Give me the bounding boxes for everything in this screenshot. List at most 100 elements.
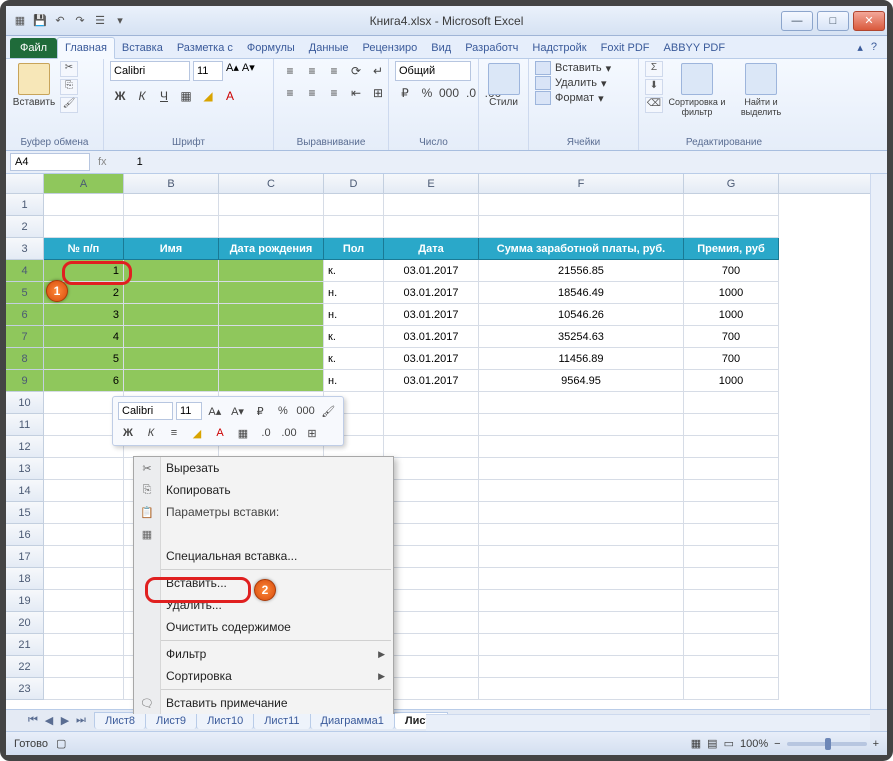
cut-icon[interactable]: ✂: [60, 61, 78, 77]
cell[interactable]: [324, 216, 384, 238]
sheet-tab[interactable]: Лист10: [196, 712, 254, 729]
cell[interactable]: [44, 678, 124, 700]
cell[interactable]: [44, 458, 124, 480]
menu-clear-contents[interactable]: Очистить содержимое: [134, 616, 393, 638]
font-name-input[interactable]: [110, 61, 190, 81]
horizontal-scrollbar[interactable]: [426, 714, 870, 731]
cell[interactable]: [124, 370, 219, 392]
font-color-button[interactable]: A: [220, 86, 240, 106]
grow-font-icon[interactable]: A▴: [226, 61, 239, 81]
delete-cells-button[interactable]: Удалить ▾: [535, 76, 607, 90]
cell[interactable]: [384, 414, 479, 436]
mini-border-icon[interactable]: ▦: [233, 423, 253, 443]
mini-format-painter-icon[interactable]: 🖌: [318, 401, 338, 421]
cell[interactable]: [479, 678, 684, 700]
cell[interactable]: [219, 304, 324, 326]
italic-button[interactable]: К: [132, 86, 152, 106]
autosum-icon[interactable]: Σ: [645, 61, 663, 77]
cell[interactable]: 1000: [684, 370, 779, 392]
row-header-21[interactable]: 21: [6, 634, 44, 656]
column-header-D[interactable]: D: [324, 174, 384, 193]
cell[interactable]: 35254.63: [479, 326, 684, 348]
cell[interactable]: [324, 194, 384, 216]
align-top-icon[interactable]: ≡: [280, 61, 300, 81]
cell[interactable]: 03.01.2017: [384, 304, 479, 326]
cell[interactable]: 4: [44, 326, 124, 348]
tab-layout[interactable]: Разметка с: [170, 38, 240, 58]
row-header-12[interactable]: 12: [6, 436, 44, 458]
wrap-text-icon[interactable]: ↵: [368, 61, 388, 81]
cell[interactable]: Дата рождения: [219, 238, 324, 260]
cell[interactable]: [384, 194, 479, 216]
cell[interactable]: 700: [684, 326, 779, 348]
row-header-14[interactable]: 14: [6, 480, 44, 502]
view-layout-icon[interactable]: ▤: [707, 737, 717, 750]
cell[interactable]: [384, 634, 479, 656]
qat-icon[interactable]: ☰: [92, 13, 108, 29]
cell[interactable]: [124, 216, 219, 238]
cell[interactable]: [44, 656, 124, 678]
zoom-slider[interactable]: [787, 742, 867, 746]
tab-insert[interactable]: Вставка: [115, 38, 170, 58]
sheet-tab[interactable]: Лист9: [145, 712, 197, 729]
cell[interactable]: [684, 502, 779, 524]
orientation-icon[interactable]: ⟳: [346, 61, 366, 81]
cell[interactable]: [684, 634, 779, 656]
row-header-16[interactable]: 16: [6, 524, 44, 546]
cell[interactable]: Дата: [384, 238, 479, 260]
cell[interactable]: [44, 568, 124, 590]
cell[interactable]: 700: [684, 260, 779, 282]
row-header-5[interactable]: 5: [6, 282, 44, 304]
tab-review[interactable]: Рецензиро: [356, 38, 425, 58]
cell[interactable]: [684, 216, 779, 238]
sheet-nav-prev-icon[interactable]: ◀: [42, 714, 56, 727]
cell[interactable]: 18546.49: [479, 282, 684, 304]
tab-developer[interactable]: Разработч: [458, 38, 525, 58]
cell[interactable]: [479, 458, 684, 480]
cell[interactable]: Имя: [124, 238, 219, 260]
cell[interactable]: 9564.95: [479, 370, 684, 392]
cell[interactable]: [479, 524, 684, 546]
cell[interactable]: [479, 436, 684, 458]
row-header-18[interactable]: 18: [6, 568, 44, 590]
cell[interactable]: к.: [324, 326, 384, 348]
mini-shrink-font-icon[interactable]: A▾: [228, 401, 248, 421]
cell[interactable]: [219, 260, 324, 282]
column-header-E[interactable]: E: [384, 174, 479, 193]
minimize-ribbon-icon[interactable]: ▴: [857, 41, 863, 54]
paste-button[interactable]: Вставить: [12, 61, 56, 108]
cell[interactable]: [479, 194, 684, 216]
row-header-9[interactable]: 9: [6, 370, 44, 392]
cell[interactable]: [384, 546, 479, 568]
mini-font-color-icon[interactable]: A: [210, 423, 230, 443]
row-header-7[interactable]: 7: [6, 326, 44, 348]
cell[interactable]: [44, 524, 124, 546]
row-header-8[interactable]: 8: [6, 348, 44, 370]
mini-comma-icon[interactable]: 000: [296, 401, 316, 421]
cell[interactable]: [384, 524, 479, 546]
mini-dec-decimal-icon[interactable]: .00: [279, 423, 299, 443]
cell[interactable]: [44, 480, 124, 502]
undo-icon[interactable]: ↶: [52, 13, 68, 29]
formula-content[interactable]: 1: [137, 156, 887, 168]
comma-icon[interactable]: 000: [439, 83, 459, 103]
zoom-out-button[interactable]: −: [774, 738, 780, 750]
mini-currency-icon[interactable]: ₽: [250, 401, 270, 421]
menu-paste-option-values[interactable]: ▦: [134, 523, 393, 545]
cell[interactable]: [384, 436, 479, 458]
redo-icon[interactable]: ↷: [72, 13, 88, 29]
qat-dropdown-icon[interactable]: ▾: [112, 13, 128, 29]
cell[interactable]: [384, 568, 479, 590]
shrink-font-icon[interactable]: A▾: [242, 61, 255, 81]
cell[interactable]: [219, 348, 324, 370]
tab-data[interactable]: Данные: [302, 38, 356, 58]
cell[interactable]: Пол: [324, 238, 384, 260]
row-header-4[interactable]: 4: [6, 260, 44, 282]
mini-fill-icon[interactable]: ◢: [187, 423, 207, 443]
cell[interactable]: [479, 480, 684, 502]
cell[interactable]: 03.01.2017: [384, 260, 479, 282]
menu-filter[interactable]: Фильтр▶: [134, 643, 393, 665]
cell[interactable]: 1000: [684, 304, 779, 326]
cell[interactable]: [124, 304, 219, 326]
insert-cells-button[interactable]: Вставить ▾: [535, 61, 611, 75]
